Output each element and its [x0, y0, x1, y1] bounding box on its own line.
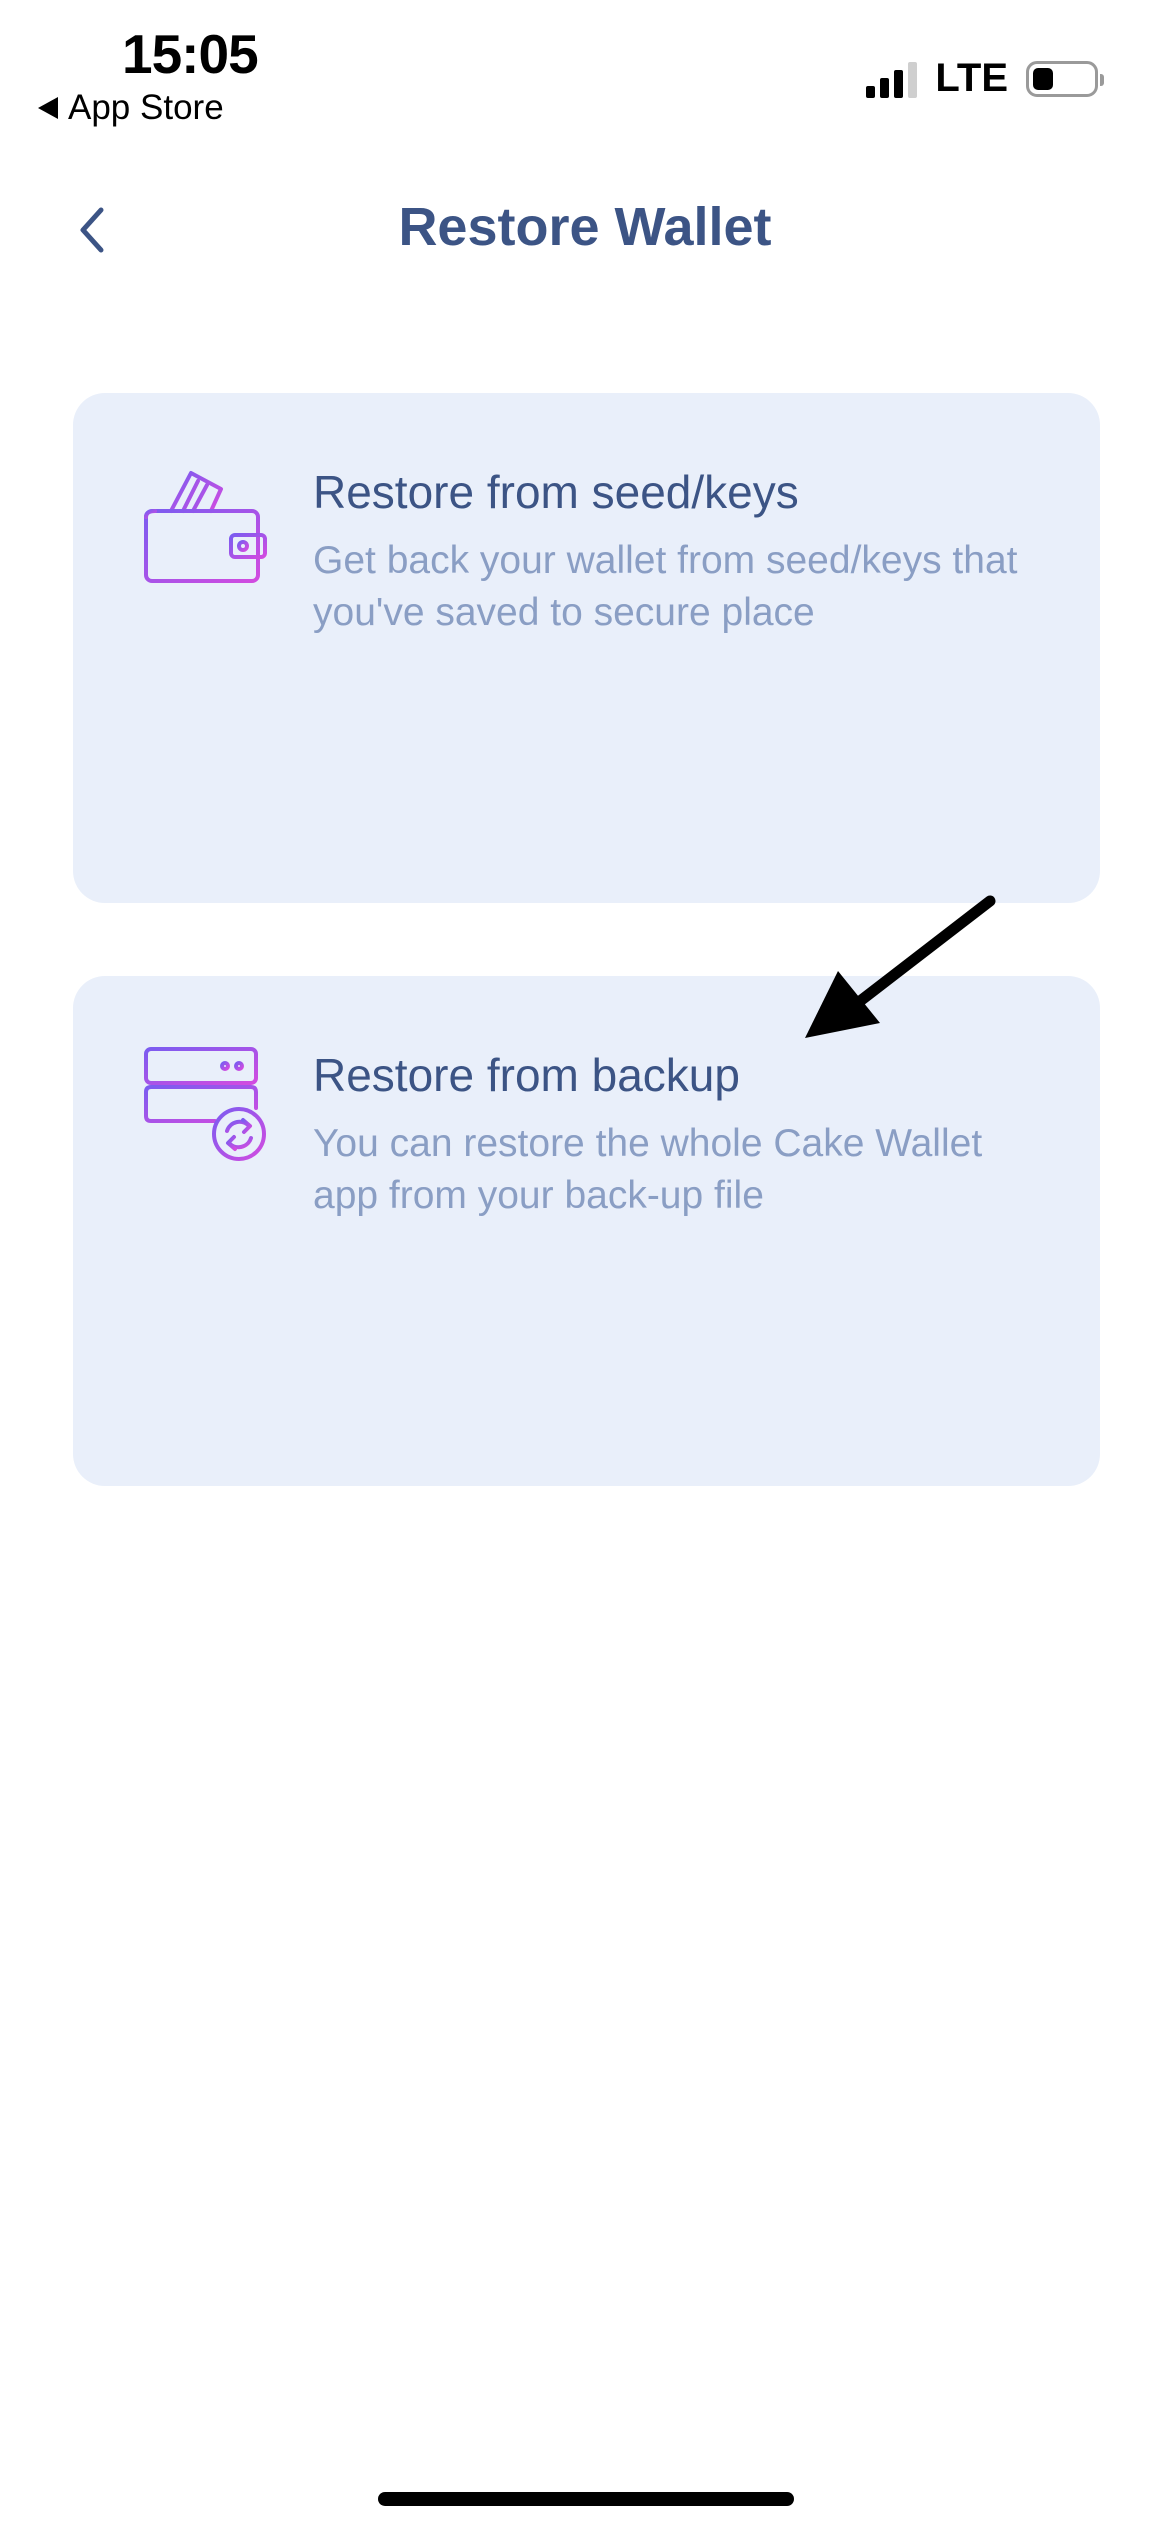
restore-from-backup-card[interactable]: Restore from backup You can restore the …: [73, 976, 1100, 1486]
back-to-app-store-link[interactable]: App Store: [38, 88, 224, 128]
back-triangle-icon: [38, 97, 58, 119]
card-title: Restore from seed/keys: [313, 466, 799, 518]
wallet-icon: [144, 471, 267, 583]
annotation-arrow-icon: [805, 895, 996, 1038]
network-label: LTE: [935, 56, 1008, 100]
restore-from-seed-card[interactable]: Restore from seed/keys Get back your wal…: [73, 393, 1100, 903]
battery-icon: [1026, 60, 1104, 97]
server-restore-icon: [144, 1047, 266, 1161]
cellular-signal-icon: [866, 60, 918, 98]
page-title: Restore Wallet: [398, 197, 772, 257]
status-time: 15:05: [122, 23, 259, 85]
back-app-label: App Store: [68, 88, 224, 127]
status-indicators: LTE: [866, 56, 1104, 101]
home-indicator: [378, 2492, 794, 2506]
card-description: Get back your wallet from seed/keys that…: [313, 539, 1018, 634]
card-description: You can restore the whole Cake Wallet ap…: [313, 1122, 983, 1217]
card-title: Restore from backup: [313, 1049, 740, 1101]
